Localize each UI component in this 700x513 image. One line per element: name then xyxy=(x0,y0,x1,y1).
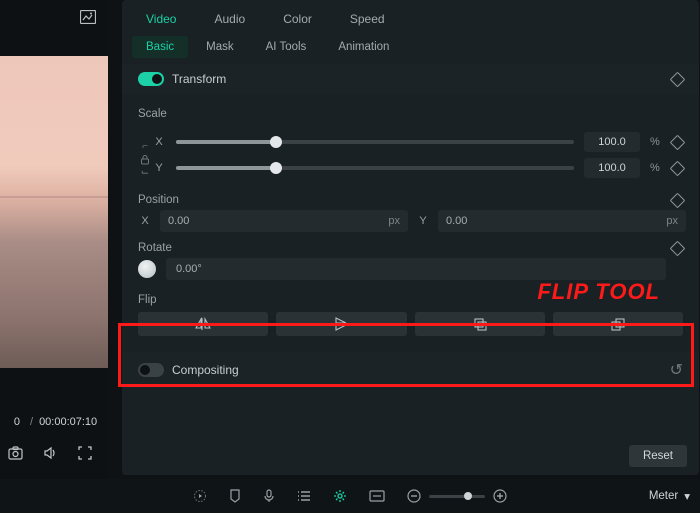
list-icon[interactable] xyxy=(297,490,311,502)
scale-y-keyframe-icon[interactable] xyxy=(670,160,686,176)
time-slash: / xyxy=(30,416,33,428)
pos-x-input[interactable]: 0.00px xyxy=(160,210,408,232)
transform-keyframe-icon[interactable] xyxy=(670,71,686,87)
scale-x-slider[interactable] xyxy=(176,140,574,144)
subtab-ai-tools[interactable]: AI Tools xyxy=(252,36,321,58)
preview-thumbnail[interactable] xyxy=(0,56,108,368)
tab-audio[interactable]: Audio xyxy=(200,6,259,32)
media-icon[interactable] xyxy=(80,10,96,24)
main-tabs: Video Audio Color Speed xyxy=(122,0,699,32)
sub-tabs: Basic Mask AI Tools Animation xyxy=(122,32,699,64)
scale-label: Scale xyxy=(138,108,683,120)
total-time: 00:00:07:10 xyxy=(39,416,97,428)
flip-vertical-button[interactable] xyxy=(276,312,406,336)
playhead-icon[interactable] xyxy=(193,489,207,503)
zoom-in-button[interactable] xyxy=(493,489,507,503)
mic-icon[interactable] xyxy=(263,489,275,503)
scale-y-axis: Y xyxy=(152,162,166,174)
tab-video[interactable]: Video xyxy=(132,6,190,32)
rotate-label: Rotate xyxy=(138,242,172,254)
scale-y-value[interactable]: 100.0 xyxy=(584,158,640,178)
pos-y-axis: Y xyxy=(416,215,430,227)
pos-x-axis: X xyxy=(138,215,152,227)
scale-y-slider[interactable] xyxy=(176,166,574,170)
scale-x-axis: X xyxy=(152,136,166,148)
scale-x-keyframe-icon[interactable] xyxy=(670,134,686,150)
chevron-down-icon: ▾ xyxy=(684,489,690,503)
fullscreen-icon[interactable] xyxy=(78,446,92,460)
current-time: 0 xyxy=(0,416,20,428)
zoom-out-button[interactable] xyxy=(407,489,421,503)
compositing-label: Compositing xyxy=(172,363,239,377)
reset-button[interactable]: Reset xyxy=(629,445,687,467)
subtab-basic[interactable]: Basic xyxy=(132,36,188,58)
subtab-mask[interactable]: Mask xyxy=(192,36,247,58)
volume-icon[interactable] xyxy=(43,446,58,460)
position-label: Position xyxy=(138,194,179,206)
flip-row xyxy=(138,312,683,336)
zoom-control xyxy=(407,489,507,503)
scale-y-row: Y 100.0 % xyxy=(152,158,683,178)
inspector-panel: Video Audio Color Speed Basic Mask AI To… xyxy=(122,0,699,475)
flip-tool-annotation: FLIP TOOL xyxy=(537,279,660,305)
flip-diagonal-2-button[interactable] xyxy=(553,312,683,336)
transform-toggle[interactable] xyxy=(138,72,164,86)
scale-x-unit: % xyxy=(650,136,662,148)
rotate-dial[interactable] xyxy=(138,260,156,278)
scale-x-row: X 100.0 % xyxy=(152,132,683,152)
marker-icon[interactable] xyxy=(229,489,241,503)
flip-diagonal-1-button[interactable] xyxy=(415,312,545,336)
preview-column: 0 / 00:00:07:10 xyxy=(0,0,108,513)
compositing-section-header: Compositing ↺ xyxy=(122,352,699,388)
transform-section-header: Transform xyxy=(122,64,699,94)
compositing-toggle[interactable] xyxy=(138,363,164,377)
tab-speed[interactable]: Speed xyxy=(336,6,399,32)
bottom-toolbar: Meter ▾ xyxy=(0,479,700,513)
position-keyframe-icon[interactable] xyxy=(670,192,686,208)
subtab-animation[interactable]: Animation xyxy=(324,36,403,58)
tab-color[interactable]: Color xyxy=(269,6,326,32)
time-display: 0 / 00:00:07:10 xyxy=(0,416,108,428)
scale-x-value[interactable]: 100.0 xyxy=(584,132,640,152)
zoom-slider[interactable] xyxy=(429,495,485,498)
rotate-keyframe-icon[interactable] xyxy=(670,240,686,256)
rotate-value[interactable]: 0.00° xyxy=(166,258,666,280)
meter-dropdown[interactable]: Meter ▾ xyxy=(649,489,690,503)
ai-icon[interactable] xyxy=(333,489,347,503)
flip-horizontal-button[interactable] xyxy=(138,312,268,336)
aspect-icon[interactable] xyxy=(369,490,385,502)
snapshot-icon[interactable] xyxy=(8,446,23,460)
pos-y-input[interactable]: 0.00px xyxy=(438,210,686,232)
scale-y-unit: % xyxy=(650,162,662,174)
lock-icon[interactable] xyxy=(140,154,150,165)
compositing-refresh-icon[interactable]: ↺ xyxy=(670,360,683,380)
transform-label: Transform xyxy=(172,72,226,86)
